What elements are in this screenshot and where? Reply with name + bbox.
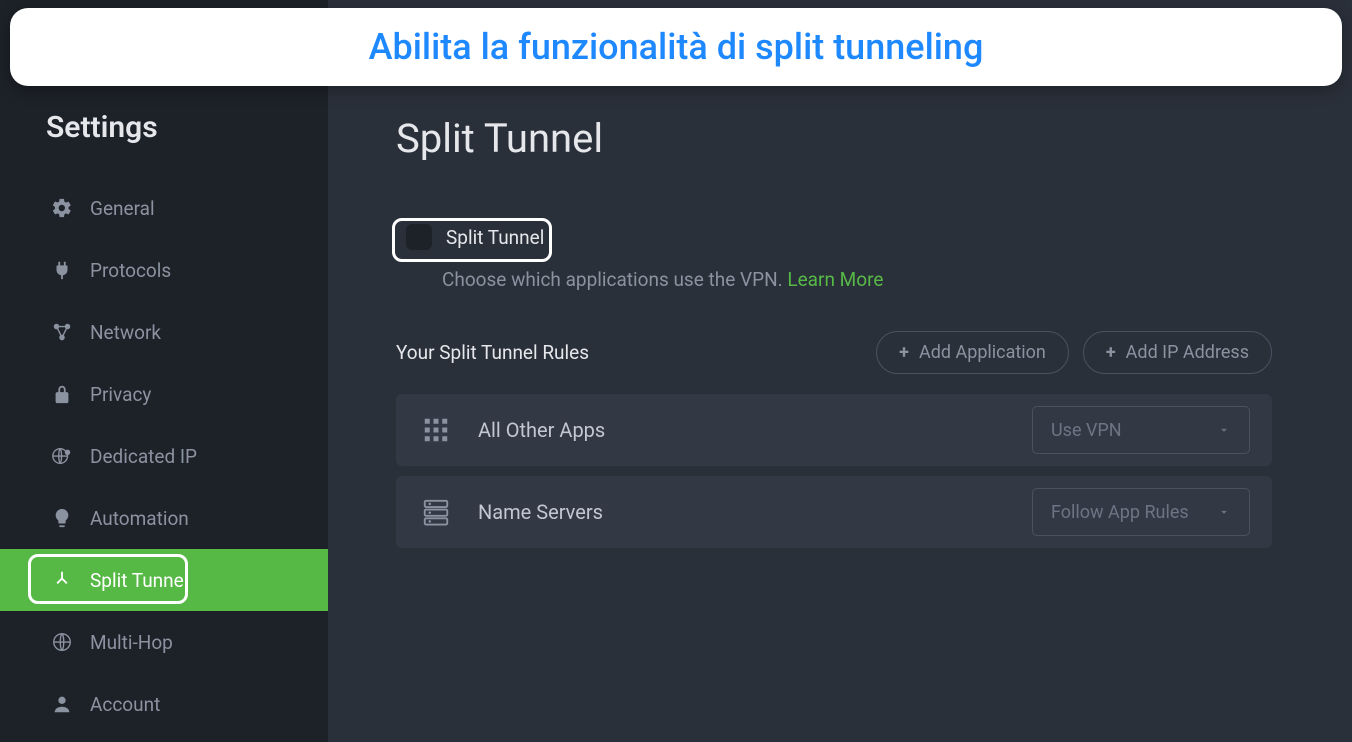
- sidebar-item-automation[interactable]: Automation: [0, 487, 328, 549]
- help-text: Choose which applications use the VPN.: [442, 268, 787, 291]
- sidebar-item-dedicated-ip[interactable]: Dedicated IP: [0, 425, 328, 487]
- network-icon: [50, 320, 74, 344]
- globe-icon: [50, 630, 74, 654]
- gear-icon: [50, 196, 74, 220]
- rule-select-all-other-apps[interactable]: Use VPN: [1032, 406, 1250, 454]
- split-tunnel-toggle[interactable]: [406, 224, 432, 250]
- sidebar-item-label: Dedicated IP: [90, 445, 197, 468]
- add-ip-address-label: Add IP Address: [1126, 342, 1249, 363]
- page-title: Split Tunnel: [396, 115, 1272, 162]
- globe-pin-icon: [50, 444, 74, 468]
- sidebar-item-label: Privacy: [90, 383, 151, 406]
- rules-buttons: + Add Application + Add IP Address: [876, 331, 1272, 374]
- bulb-icon: [50, 506, 74, 530]
- rule-label: Name Servers: [478, 500, 1032, 524]
- person-icon: [50, 692, 74, 716]
- help-row: Choose which applications use the VPN. L…: [442, 268, 1272, 291]
- add-application-button[interactable]: + Add Application: [876, 331, 1069, 374]
- rule-select-value: Use VPN: [1051, 420, 1122, 441]
- plus-icon: +: [899, 342, 909, 363]
- rule-select-name-servers[interactable]: Follow App Rules: [1032, 488, 1250, 536]
- sidebar-item-label: Automation: [90, 507, 189, 530]
- sidebar-item-label: General: [90, 197, 155, 220]
- sidebar: Settings General Protocols Network: [0, 0, 328, 742]
- split-tunnel-toggle-row: Split Tunnel: [396, 224, 544, 250]
- sidebar-item-multi-hop[interactable]: Multi-Hop: [0, 611, 328, 673]
- rules-header: Your Split Tunnel Rules + Add Applicatio…: [396, 331, 1272, 374]
- sidebar-item-general[interactable]: General: [0, 177, 328, 239]
- servers-icon: [418, 494, 454, 530]
- sidebar-item-label: Split Tunnel: [90, 569, 188, 592]
- sidebar-item-split-tunnel[interactable]: Split Tunnel: [0, 549, 328, 611]
- rule-select-value: Follow App Rules: [1051, 502, 1189, 523]
- instruction-banner: Abilita la funzionalità di split tunneli…: [10, 8, 1342, 86]
- chevron-down-icon: [1217, 505, 1231, 519]
- sidebar-item-privacy[interactable]: Privacy: [0, 363, 328, 425]
- add-ip-address-button[interactable]: + Add IP Address: [1083, 331, 1272, 374]
- rules-title: Your Split Tunnel Rules: [396, 341, 589, 364]
- plug-icon: [50, 258, 74, 282]
- sidebar-item-label: Account: [90, 693, 160, 716]
- split-icon: [50, 568, 74, 592]
- sidebar-item-label: Protocols: [90, 259, 171, 282]
- learn-more-link[interactable]: Learn More: [787, 268, 883, 291]
- sidebar-item-network[interactable]: Network: [0, 301, 328, 363]
- split-tunnel-toggle-label: Split Tunnel: [446, 226, 544, 249]
- sidebar-item-protocols[interactable]: Protocols: [0, 239, 328, 301]
- lock-icon: [50, 382, 74, 406]
- app-window: Settings General Protocols Network: [0, 0, 1352, 742]
- sidebar-item-label: Multi-Hop: [90, 631, 173, 654]
- plus-icon: +: [1106, 342, 1116, 363]
- grid-icon: [418, 412, 454, 448]
- rule-row-name-servers: Name Servers Follow App Rules: [396, 476, 1272, 548]
- sidebar-list: General Protocols Network Privacy: [0, 177, 328, 735]
- chevron-down-icon: [1217, 423, 1231, 437]
- sidebar-item-label: Network: [90, 321, 161, 344]
- rule-row-all-other-apps: All Other Apps Use VPN: [396, 394, 1272, 466]
- sidebar-title: Settings: [0, 110, 328, 177]
- add-application-label: Add Application: [919, 342, 1046, 363]
- banner-text: Abilita la funzionalità di split tunneli…: [369, 26, 984, 68]
- main-content: Split Tunnel Split Tunnel Choose which a…: [328, 0, 1352, 742]
- rule-label: All Other Apps: [478, 418, 1032, 442]
- sidebar-item-account[interactable]: Account: [0, 673, 328, 735]
